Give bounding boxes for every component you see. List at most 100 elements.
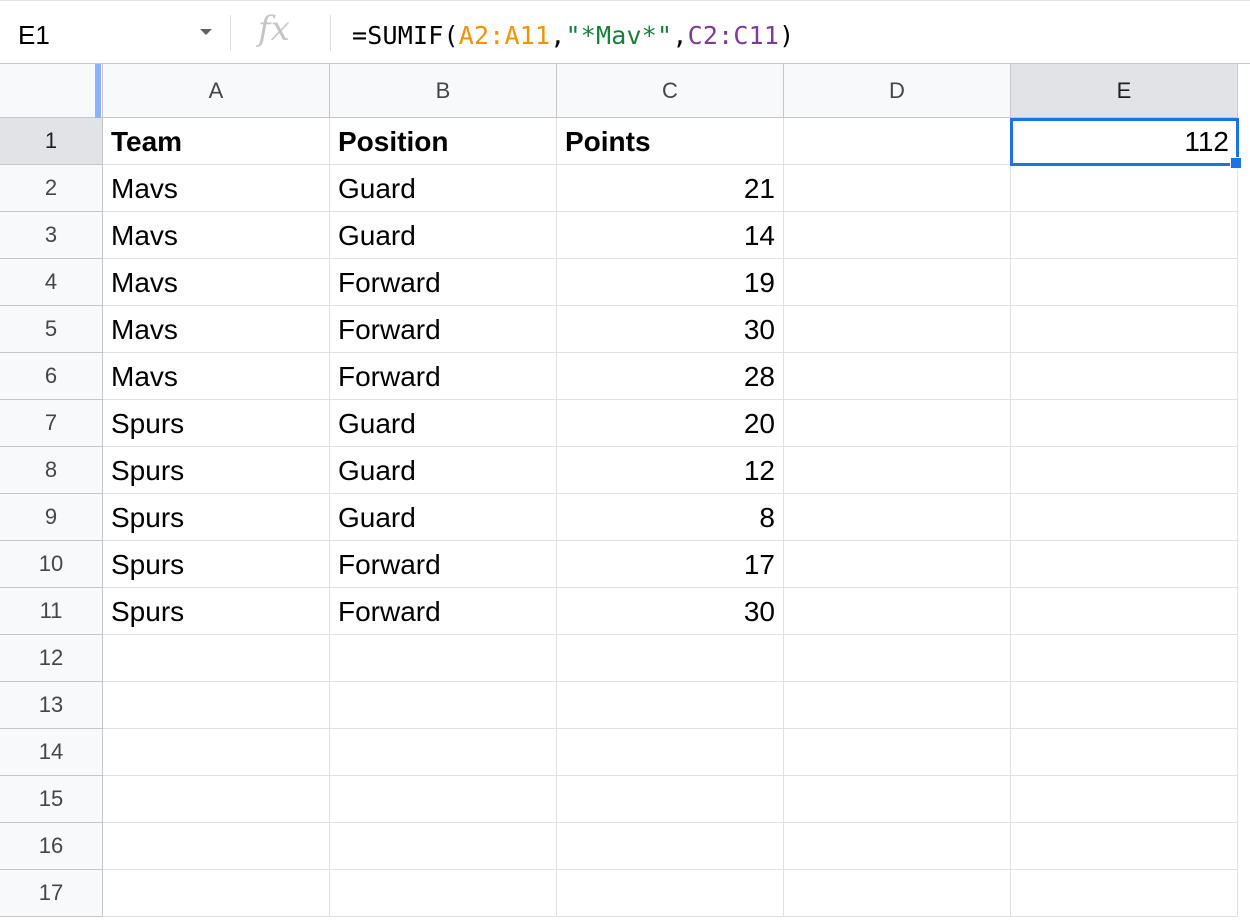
cell-d9[interactable] (784, 494, 1011, 541)
cell-e8[interactable] (1011, 447, 1238, 494)
cell-b9[interactable]: Guard (330, 494, 557, 541)
row-header-14[interactable]: 14 (0, 729, 103, 776)
cell-c1[interactable]: Points (557, 118, 784, 165)
cell-a2[interactable]: Mavs (103, 165, 330, 212)
cell-b6[interactable]: Forward (330, 353, 557, 400)
cell-a8[interactable]: Spurs (103, 447, 330, 494)
column-header-b[interactable]: B (330, 64, 557, 118)
cell-a17[interactable] (103, 870, 330, 917)
cell-b3[interactable]: Guard (330, 212, 557, 259)
row-header-16[interactable]: 16 (0, 823, 103, 870)
cell-d6[interactable] (784, 353, 1011, 400)
row-header-5[interactable]: 5 (0, 306, 103, 353)
row-header-6[interactable]: 6 (0, 353, 103, 400)
chevron-down-icon[interactable] (200, 29, 212, 35)
cell-e5[interactable] (1011, 306, 1238, 353)
cell-e1[interactable]: 112 (1011, 118, 1238, 165)
cell-b14[interactable] (330, 729, 557, 776)
name-box[interactable]: E1 (0, 11, 228, 55)
cell-c7[interactable]: 20 (557, 400, 784, 447)
cell-e13[interactable] (1011, 682, 1238, 729)
cell-d17[interactable] (784, 870, 1011, 917)
cell-e10[interactable] (1011, 541, 1238, 588)
cell-d14[interactable] (784, 729, 1011, 776)
cell-d13[interactable] (784, 682, 1011, 729)
cell-d4[interactable] (784, 259, 1011, 306)
cell-d15[interactable] (784, 776, 1011, 823)
cell-e17[interactable] (1011, 870, 1238, 917)
cell-e16[interactable] (1011, 823, 1238, 870)
cell-e3[interactable] (1011, 212, 1238, 259)
cell-d5[interactable] (784, 306, 1011, 353)
row-header-10[interactable]: 10 (0, 541, 103, 588)
cell-a9[interactable]: Spurs (103, 494, 330, 541)
column-header-a[interactable]: A (103, 64, 330, 118)
cell-c16[interactable] (557, 823, 784, 870)
cell-b2[interactable]: Guard (330, 165, 557, 212)
cell-a6[interactable]: Mavs (103, 353, 330, 400)
cell-a7[interactable]: Spurs (103, 400, 330, 447)
cell-d10[interactable] (784, 541, 1011, 588)
row-header-7[interactable]: 7 (0, 400, 103, 447)
cell-a15[interactable] (103, 776, 330, 823)
formula-input[interactable]: =SUMIF(A2:A11,"*Mav*",C2:C11) (352, 21, 794, 50)
cell-a16[interactable] (103, 823, 330, 870)
column-header-e[interactable]: E (1011, 64, 1238, 118)
cell-d1[interactable] (784, 118, 1011, 165)
cell-d2[interactable] (784, 165, 1011, 212)
cell-a11[interactable]: Spurs (103, 588, 330, 635)
cell-a3[interactable]: Mavs (103, 212, 330, 259)
cell-b13[interactable] (330, 682, 557, 729)
cell-e2[interactable] (1011, 165, 1238, 212)
column-header-c[interactable]: C (557, 64, 784, 118)
cell-d8[interactable] (784, 447, 1011, 494)
row-header-9[interactable]: 9 (0, 494, 103, 541)
cell-e11[interactable] (1011, 588, 1238, 635)
row-header-4[interactable]: 4 (0, 259, 103, 306)
cell-b11[interactable]: Forward (330, 588, 557, 635)
cell-c17[interactable] (557, 870, 784, 917)
cell-b16[interactable] (330, 823, 557, 870)
cell-e9[interactable] (1011, 494, 1238, 541)
cell-b15[interactable] (330, 776, 557, 823)
cell-c14[interactable] (557, 729, 784, 776)
cell-c4[interactable]: 19 (557, 259, 784, 306)
cell-b8[interactable]: Guard (330, 447, 557, 494)
cell-c3[interactable]: 14 (557, 212, 784, 259)
cell-c10[interactable]: 17 (557, 541, 784, 588)
cell-e6[interactable] (1011, 353, 1238, 400)
freeze-handle[interactable] (95, 64, 101, 118)
cell-e4[interactable] (1011, 259, 1238, 306)
select-all-corner[interactable] (0, 64, 103, 118)
row-header-1[interactable]: 1 (0, 118, 103, 165)
cell-c5[interactable]: 30 (557, 306, 784, 353)
column-header-d[interactable]: D (784, 64, 1011, 118)
row-header-12[interactable]: 12 (0, 635, 103, 682)
cell-e15[interactable] (1011, 776, 1238, 823)
row-header-13[interactable]: 13 (0, 682, 103, 729)
cell-c9[interactable]: 8 (557, 494, 784, 541)
cell-e7[interactable] (1011, 400, 1238, 447)
cell-b10[interactable]: Forward (330, 541, 557, 588)
cell-c6[interactable]: 28 (557, 353, 784, 400)
cell-d3[interactable] (784, 212, 1011, 259)
cell-a13[interactable] (103, 682, 330, 729)
row-header-17[interactable]: 17 (0, 870, 103, 917)
cell-a12[interactable] (103, 635, 330, 682)
cell-e12[interactable] (1011, 635, 1238, 682)
cell-c11[interactable]: 30 (557, 588, 784, 635)
row-header-8[interactable]: 8 (0, 447, 103, 494)
cell-d16[interactable] (784, 823, 1011, 870)
cell-a1[interactable]: Team (103, 118, 330, 165)
cell-c13[interactable] (557, 682, 784, 729)
cell-c12[interactable] (557, 635, 784, 682)
cell-e14[interactable] (1011, 729, 1238, 776)
row-header-11[interactable]: 11 (0, 588, 103, 635)
fill-handle[interactable] (1230, 157, 1242, 169)
cell-b5[interactable]: Forward (330, 306, 557, 353)
cell-a10[interactable]: Spurs (103, 541, 330, 588)
cell-c2[interactable]: 21 (557, 165, 784, 212)
cell-b1[interactable]: Position (330, 118, 557, 165)
row-header-15[interactable]: 15 (0, 776, 103, 823)
cell-c8[interactable]: 12 (557, 447, 784, 494)
